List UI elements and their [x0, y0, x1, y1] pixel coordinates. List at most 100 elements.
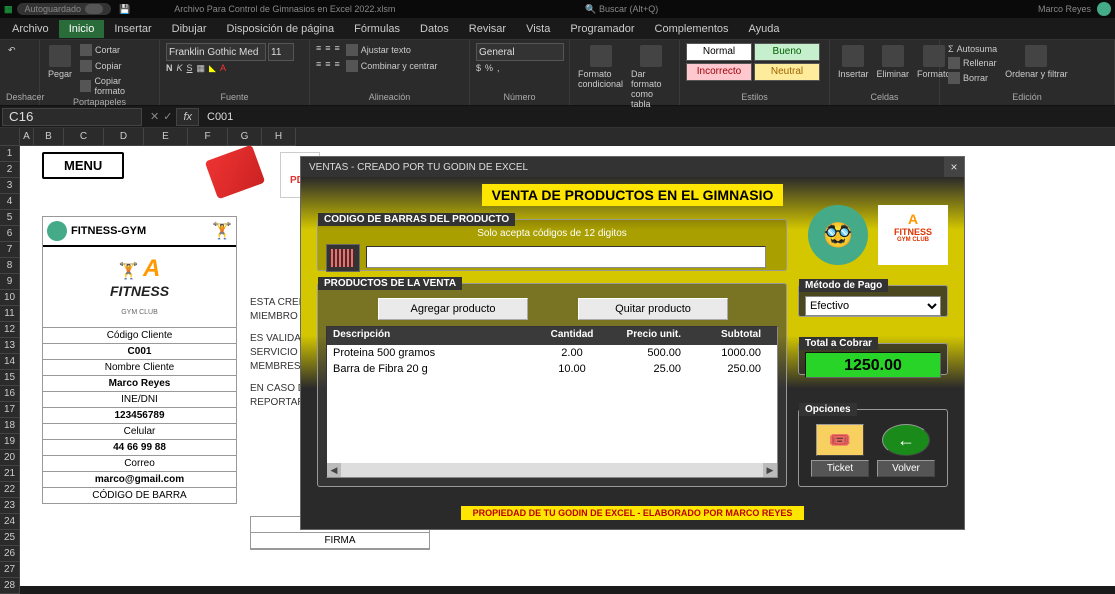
undo-button[interactable]: ↶: [6, 43, 18, 58]
col-F[interactable]: F: [188, 128, 228, 146]
align-center-icon[interactable]: ≡: [325, 59, 330, 73]
search-box[interactable]: 🔍 Buscar (Alt+Q): [585, 4, 658, 15]
style-good[interactable]: Bueno: [754, 43, 820, 61]
conditional-format-button[interactable]: Formato condicional: [576, 43, 625, 91]
tab-inicio[interactable]: Inicio: [59, 20, 105, 38]
table-icon: [640, 45, 662, 67]
autosave-toggle[interactable]: Autoguardado: [17, 3, 112, 15]
style-neutral[interactable]: Neutral: [754, 63, 820, 81]
align-left-icon[interactable]: ≡: [316, 59, 321, 73]
style-bad[interactable]: Incorrecto: [686, 63, 752, 81]
sort-filter-button[interactable]: Ordenar y filtrar: [1003, 43, 1070, 81]
comma-icon[interactable]: ,: [497, 63, 500, 73]
bold-button[interactable]: N: [166, 63, 173, 74]
font-color-button[interactable]: A: [220, 63, 226, 74]
list-scrollbar[interactable]: ◀▶: [327, 463, 777, 477]
back-button[interactable]: ← Volver: [877, 420, 935, 477]
format-painter-button[interactable]: Copiar formato: [78, 75, 153, 97]
formula-text[interactable]: C001: [207, 111, 233, 123]
font-name-select[interactable]: [166, 43, 266, 61]
underline-button[interactable]: S: [187, 63, 193, 74]
accept-icon[interactable]: ✓: [163, 110, 172, 123]
col-E[interactable]: E: [144, 128, 188, 146]
tab-disposicion[interactable]: Disposición de página: [217, 20, 345, 38]
ribbon: ↶ Deshacer Pegar Cortar Copiar Copiar fo…: [0, 40, 1115, 106]
number-format-select[interactable]: [476, 43, 564, 61]
insert-icon: [842, 45, 864, 67]
style-normal[interactable]: Normal: [686, 43, 752, 61]
tab-datos[interactable]: Datos: [410, 20, 459, 38]
align-mid-icon[interactable]: ≡: [325, 43, 330, 57]
tab-archivo[interactable]: Archivo: [2, 20, 59, 38]
tab-vista[interactable]: Vista: [516, 20, 560, 38]
border-button[interactable]: ▦: [197, 63, 206, 74]
label-correo: Correo: [43, 455, 236, 471]
payment-select[interactable]: Efectivo: [805, 296, 941, 316]
label-nombre: Nombre Cliente: [43, 359, 236, 375]
menu-button[interactable]: MENU: [42, 152, 124, 179]
col-C[interactable]: C: [64, 128, 104, 146]
tab-programador[interactable]: Programador: [560, 20, 644, 38]
percent-icon[interactable]: %: [485, 63, 493, 73]
tab-ayuda[interactable]: Ayuda: [739, 20, 790, 38]
member-card: FITNESS-GYM 🏋️ 🏋️ A FITNESS GYM CLUB Cód…: [42, 216, 237, 504]
currency-icon[interactable]: $: [476, 63, 481, 73]
eraser-image[interactable]: [205, 145, 266, 200]
tab-revisar[interactable]: Revisar: [459, 20, 516, 38]
clear-button[interactable]: Borrar: [946, 71, 999, 85]
fx-icon[interactable]: fx: [176, 108, 199, 126]
copy-button[interactable]: Copiar: [78, 59, 153, 73]
autosum-button[interactable]: ΣAutosuma: [946, 43, 999, 55]
tab-dibujar[interactable]: Dibujar: [162, 20, 217, 38]
tab-complementos[interactable]: Complementos: [645, 20, 739, 38]
font-size-select[interactable]: [268, 43, 294, 61]
delete-cells-button[interactable]: Eliminar: [875, 43, 912, 81]
tab-insertar[interactable]: Insertar: [104, 20, 161, 38]
align-bot-icon[interactable]: ≡: [335, 43, 340, 57]
fill-button[interactable]: Rellenar: [946, 56, 999, 70]
barcode-input[interactable]: [366, 246, 766, 268]
value-nombre: Marco Reyes: [43, 375, 236, 391]
products-fieldset: PRODUCTOS DE LA VENTA Agregar producto Q…: [317, 277, 787, 487]
col-price[interactable]: Precio unit.: [607, 327, 687, 345]
ticket-button[interactable]: 🎟️ Ticket: [811, 420, 869, 477]
barcode-fieldset: CODIGO DE BARRAS DEL PRODUCTO Solo acept…: [317, 213, 787, 271]
col-desc[interactable]: Descripción: [327, 327, 537, 345]
col-D[interactable]: D: [104, 128, 144, 146]
col-B[interactable]: B: [34, 128, 64, 146]
col-qty[interactable]: Cantidad: [537, 327, 607, 345]
italic-button[interactable]: K: [177, 63, 183, 74]
remove-product-button[interactable]: Quitar producto: [578, 298, 728, 320]
col-G[interactable]: G: [228, 128, 262, 146]
user-name[interactable]: Marco Reyes: [1038, 4, 1091, 14]
col-A[interactable]: A: [20, 128, 34, 146]
ribbon-tabs: Archivo Inicio Insertar Dibujar Disposic…: [0, 18, 1115, 40]
align-right-icon[interactable]: ≡: [335, 59, 340, 73]
products-list[interactable]: Descripción Cantidad Precio unit. Subtot…: [326, 326, 778, 478]
cut-button[interactable]: Cortar: [78, 43, 153, 57]
format-as-table-button[interactable]: Dar formato como tabla: [629, 43, 673, 111]
col-sub[interactable]: Subtotal: [687, 327, 767, 345]
add-product-button[interactable]: Agregar producto: [378, 298, 528, 320]
merge-button[interactable]: Combinar y centrar: [344, 59, 440, 73]
insert-cells-button[interactable]: Insertar: [836, 43, 871, 81]
col-H[interactable]: H: [262, 128, 296, 146]
dialog-footer: PROPIEDAD DE TU GODIN DE EXCEL - ELABORA…: [461, 506, 805, 520]
fill-color-button[interactable]: ◣: [209, 63, 216, 74]
payment-fieldset: Método de Pago Efectivo: [798, 279, 948, 317]
list-row[interactable]: Proteina 500 gramos 2.00 500.00 1000.00: [327, 345, 777, 361]
excel-icon: ▦: [4, 4, 13, 15]
row-headers[interactable]: 1234567891011121314151617181920212223242…: [0, 146, 20, 586]
avatar[interactable]: [1097, 2, 1111, 16]
fitness-logo: A FITNESS GYM CLUB: [878, 205, 948, 265]
cond-fmt-icon: [590, 45, 612, 67]
align-top-icon[interactable]: ≡: [316, 43, 321, 57]
name-box[interactable]: [2, 108, 142, 126]
tab-formulas[interactable]: Fórmulas: [344, 20, 410, 38]
paste-button[interactable]: Pegar: [46, 43, 74, 81]
wrap-text-button[interactable]: Ajustar texto: [344, 43, 413, 57]
list-row[interactable]: Barra de Fibra 20 g 10.00 25.00 250.00: [327, 361, 777, 377]
cancel-icon[interactable]: ✕: [150, 110, 159, 123]
save-icon[interactable]: 💾: [119, 4, 130, 15]
dialog-close-button[interactable]: ×: [944, 157, 964, 177]
